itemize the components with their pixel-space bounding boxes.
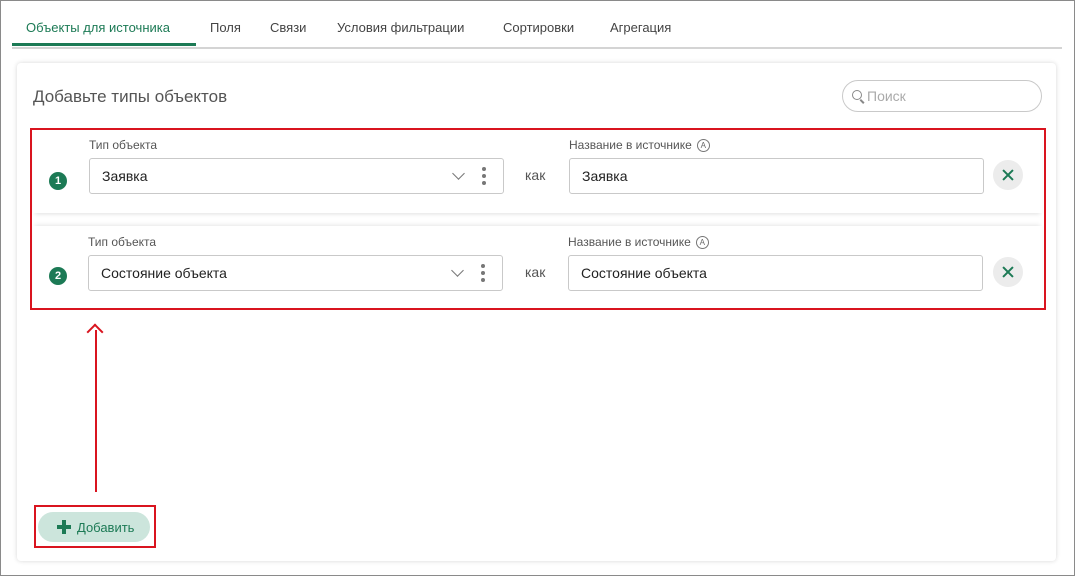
tab-bar: Объекты для источника Поля Связи Условия… xyxy=(12,12,1062,49)
add-button-label: Добавить xyxy=(77,520,135,535)
plus-icon xyxy=(57,520,71,534)
tab-filters[interactable]: Условия фильтрации xyxy=(337,20,464,35)
arrow-up-icon xyxy=(95,330,97,492)
search-icon xyxy=(852,90,862,100)
tab-links[interactable]: Связи xyxy=(270,20,306,35)
panel-title: Добавьте типы объектов xyxy=(33,87,228,106)
tab-aggregation[interactable]: Агрегация xyxy=(610,20,671,35)
rows-highlight-box xyxy=(30,128,1046,310)
active-tab-indicator xyxy=(12,43,196,46)
tab-fields[interactable]: Поля xyxy=(210,20,241,35)
search-input[interactable] xyxy=(867,86,1027,106)
tab-sorting[interactable]: Сортировки xyxy=(503,20,574,35)
search-box[interactable] xyxy=(842,80,1042,112)
add-button[interactable]: Добавить xyxy=(38,512,150,542)
tab-objects[interactable]: Объекты для источника xyxy=(26,20,170,35)
